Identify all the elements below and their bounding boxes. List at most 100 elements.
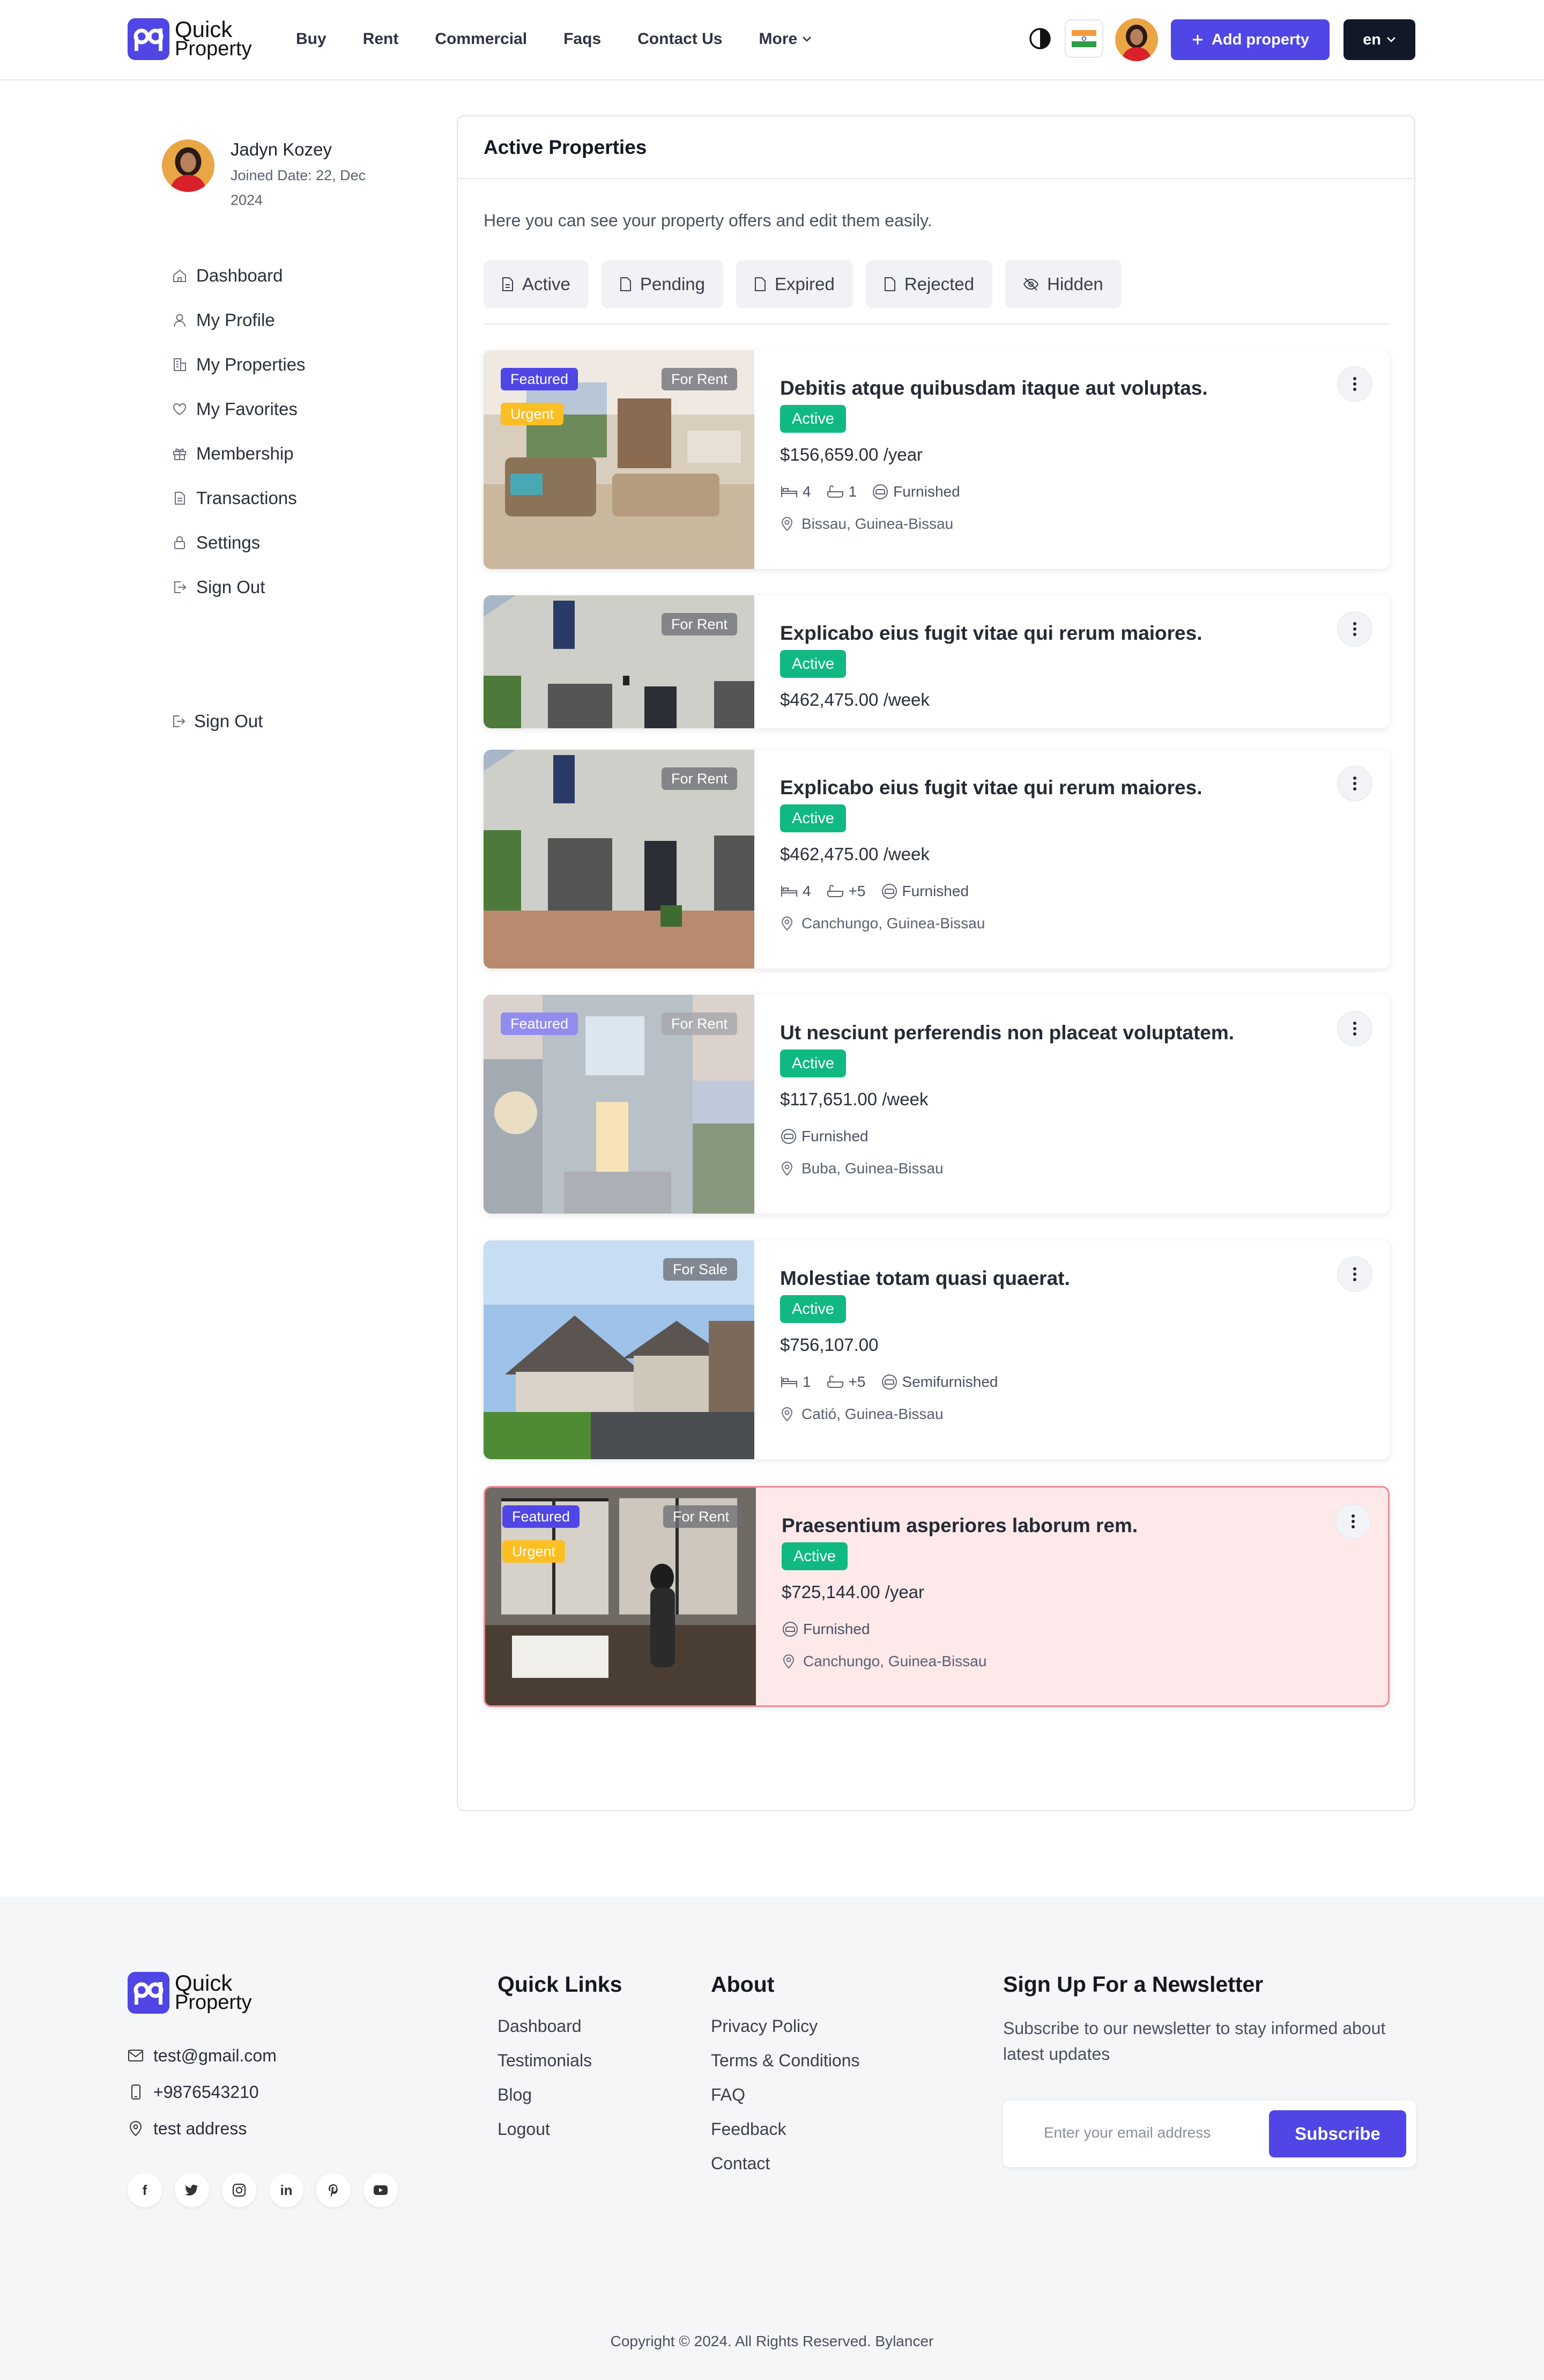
nav-more[interactable]: More	[759, 30, 813, 48]
tab-expired[interactable]: Expired	[736, 260, 853, 308]
property-title[interactable]: Debitis atque quibusdam itaque aut volup…	[780, 377, 1208, 400]
youtube-icon[interactable]	[363, 2173, 398, 2207]
sidebar-item-my-favorites[interactable]: My Favorites	[170, 387, 306, 431]
tab-active[interactable]: Active	[484, 260, 589, 308]
nav-faqs[interactable]: Faqs	[563, 30, 601, 48]
facebook-icon[interactable]: f	[128, 2173, 162, 2207]
listing-type-badge: For Rent	[661, 1012, 737, 1035]
footer-link-feedback[interactable]: Feedback	[711, 2112, 859, 2146]
linkedin-icon[interactable]: in	[269, 2173, 303, 2207]
bed-icon	[781, 486, 797, 497]
sidebar-item-sign-out[interactable]: Sign Out	[170, 565, 306, 609]
property-image[interactable]: Featured For Rent	[484, 995, 754, 1214]
logo-mark-icon	[128, 1972, 169, 2014]
language-select[interactable]: en	[1343, 19, 1415, 60]
footer-email[interactable]: test@gmail.com	[128, 2037, 277, 2074]
property-title[interactable]: Praesentium asperiores laborum rem.	[782, 1514, 1138, 1537]
pinterest-icon[interactable]	[316, 2173, 351, 2207]
more-options-button[interactable]	[1337, 1011, 1372, 1046]
footer-link-privacy[interactable]: Privacy Policy	[711, 2009, 859, 2043]
price-period: /week	[882, 1089, 929, 1109]
property-card[interactable]: For Rent Explicabo eius fugit vitae qui …	[484, 595, 1390, 728]
location-pin-icon	[783, 1654, 795, 1669]
property-title[interactable]: Explicabo eius fugit vitae qui rerum mai…	[780, 622, 1202, 645]
bed-icon	[781, 886, 797, 897]
property-card[interactable]: For Rent Explicabo eius fugit vitae qui …	[484, 750, 1390, 969]
property-price: $117,651.00 /week	[780, 1089, 1234, 1110]
price-value: $462,475.00	[780, 690, 879, 709]
footer-link-faq[interactable]: FAQ	[711, 2078, 859, 2112]
tab-rejected[interactable]: Rejected	[865, 260, 993, 308]
property-image[interactable]: Featured Urgent For Rent	[485, 1488, 756, 1705]
footer-logo[interactable]: Quick Property	[128, 1972, 252, 2014]
location-pin-icon	[781, 916, 793, 931]
property-title[interactable]: Molestiae totam quasi quaerat.	[780, 1267, 1070, 1290]
newsletter-email-input[interactable]: Enter your email address	[1044, 2124, 1211, 2141]
listing-type-badge: For Rent	[661, 368, 737, 390]
tab-hidden[interactable]: Hidden	[1005, 260, 1122, 308]
listing-type-badge: For Rent	[661, 613, 737, 635]
footer-link-blog[interactable]: Blog	[498, 2078, 622, 2112]
status-badge: Active	[780, 650, 846, 678]
footer-phone[interactable]: +9876543210	[128, 2074, 277, 2110]
tab-pending[interactable]: Pending	[601, 260, 723, 308]
property-title[interactable]: Ut nesciunt perferendis non placeat volu…	[780, 1022, 1234, 1044]
subscribe-button[interactable]: Subscribe	[1269, 2110, 1406, 2157]
sidebar-item-my-profile[interactable]: My Profile	[170, 298, 306, 342]
property-title[interactable]: Explicabo eius fugit vitae qui rerum mai…	[780, 777, 1202, 799]
beds-count: 4	[803, 483, 811, 500]
urgent-badge: Urgent	[501, 403, 564, 425]
bath-icon	[827, 485, 843, 498]
sidebar-sign-out-secondary[interactable]: Sign Out	[170, 711, 263, 731]
logo-line1: Quick	[175, 1970, 233, 1995]
more-options-button[interactable]	[1337, 366, 1372, 402]
more-options-button[interactable]	[1337, 766, 1372, 801]
site-footer: Quick Property test@gmail.com +987654321…	[0, 1897, 1544, 2380]
baths-count: 1	[848, 483, 857, 500]
property-image[interactable]: Featured Urgent For Rent	[484, 350, 754, 569]
footer-link-contact[interactable]: Contact	[711, 2146, 859, 2181]
property-card-highlighted[interactable]: Featured Urgent For Rent Praesentium asp…	[484, 1486, 1390, 1707]
status-badge: Active	[780, 405, 846, 433]
theme-toggle-icon[interactable]	[1028, 27, 1052, 50]
more-options-button[interactable]	[1337, 1256, 1372, 1292]
footer-link-dashboard[interactable]: Dashboard	[498, 2009, 622, 2043]
property-card[interactable]: For Sale Molestiae totam quasi quaerat. …	[484, 1240, 1390, 1459]
gift-icon	[170, 445, 189, 463]
sidebar-user-name: Jadyn Kozey	[231, 139, 332, 159]
nav-rent[interactable]: Rent	[363, 30, 399, 48]
footer-link-testimonials[interactable]: Testimonials	[498, 2043, 622, 2078]
sidebar-item-settings[interactable]: Settings	[170, 520, 306, 565]
user-avatar[interactable]	[1115, 18, 1158, 61]
site-logo[interactable]: Quick Property	[128, 18, 252, 60]
property-card[interactable]: Featured Urgent For Rent Debitis atque q…	[484, 350, 1390, 569]
nav-buy[interactable]: Buy	[296, 30, 326, 48]
footer-link-logout[interactable]: Logout	[498, 2112, 622, 2146]
property-card[interactable]: Featured For Rent Ut nesciunt perferendi…	[484, 995, 1390, 1214]
property-features: Furnished	[780, 1128, 1234, 1145]
sidebar-item-transactions[interactable]: Transactions	[170, 476, 306, 520]
property-image[interactable]: For Rent	[484, 750, 754, 969]
property-image[interactable]: For Rent	[484, 595, 754, 728]
property-features: 4 1 Furnished	[780, 483, 1208, 500]
india-flag-icon[interactable]	[1065, 19, 1103, 58]
more-options-button[interactable]	[1335, 1504, 1371, 1539]
nav-contact[interactable]: Contact Us	[637, 30, 722, 48]
footer-link-terms[interactable]: Terms & Conditions	[711, 2043, 859, 2078]
location-text: Canchungo, Guinea-Bissau	[803, 1653, 987, 1669]
location-pin-icon	[129, 2121, 142, 2137]
sidebar-item-membership[interactable]: Membership	[170, 431, 306, 476]
bath-icon	[827, 1376, 843, 1388]
status-badge: Active	[780, 804, 846, 832]
sidebar-item-my-properties[interactable]: My Properties	[170, 342, 306, 387]
twitter-icon[interactable]	[175, 2173, 209, 2207]
nav-commercial[interactable]: Commercial	[435, 30, 527, 48]
add-property-button[interactable]: Add property	[1171, 19, 1330, 60]
sidebar-item-dashboard[interactable]: Dashboard	[170, 253, 306, 298]
furnish-status: Furnished	[801, 1128, 868, 1144]
more-options-button[interactable]	[1337, 611, 1372, 647]
property-image[interactable]: For Sale	[484, 1240, 754, 1459]
price-value: $462,475.00	[780, 844, 879, 864]
furnished-icon	[881, 1374, 897, 1389]
instagram-icon[interactable]	[222, 2173, 256, 2207]
